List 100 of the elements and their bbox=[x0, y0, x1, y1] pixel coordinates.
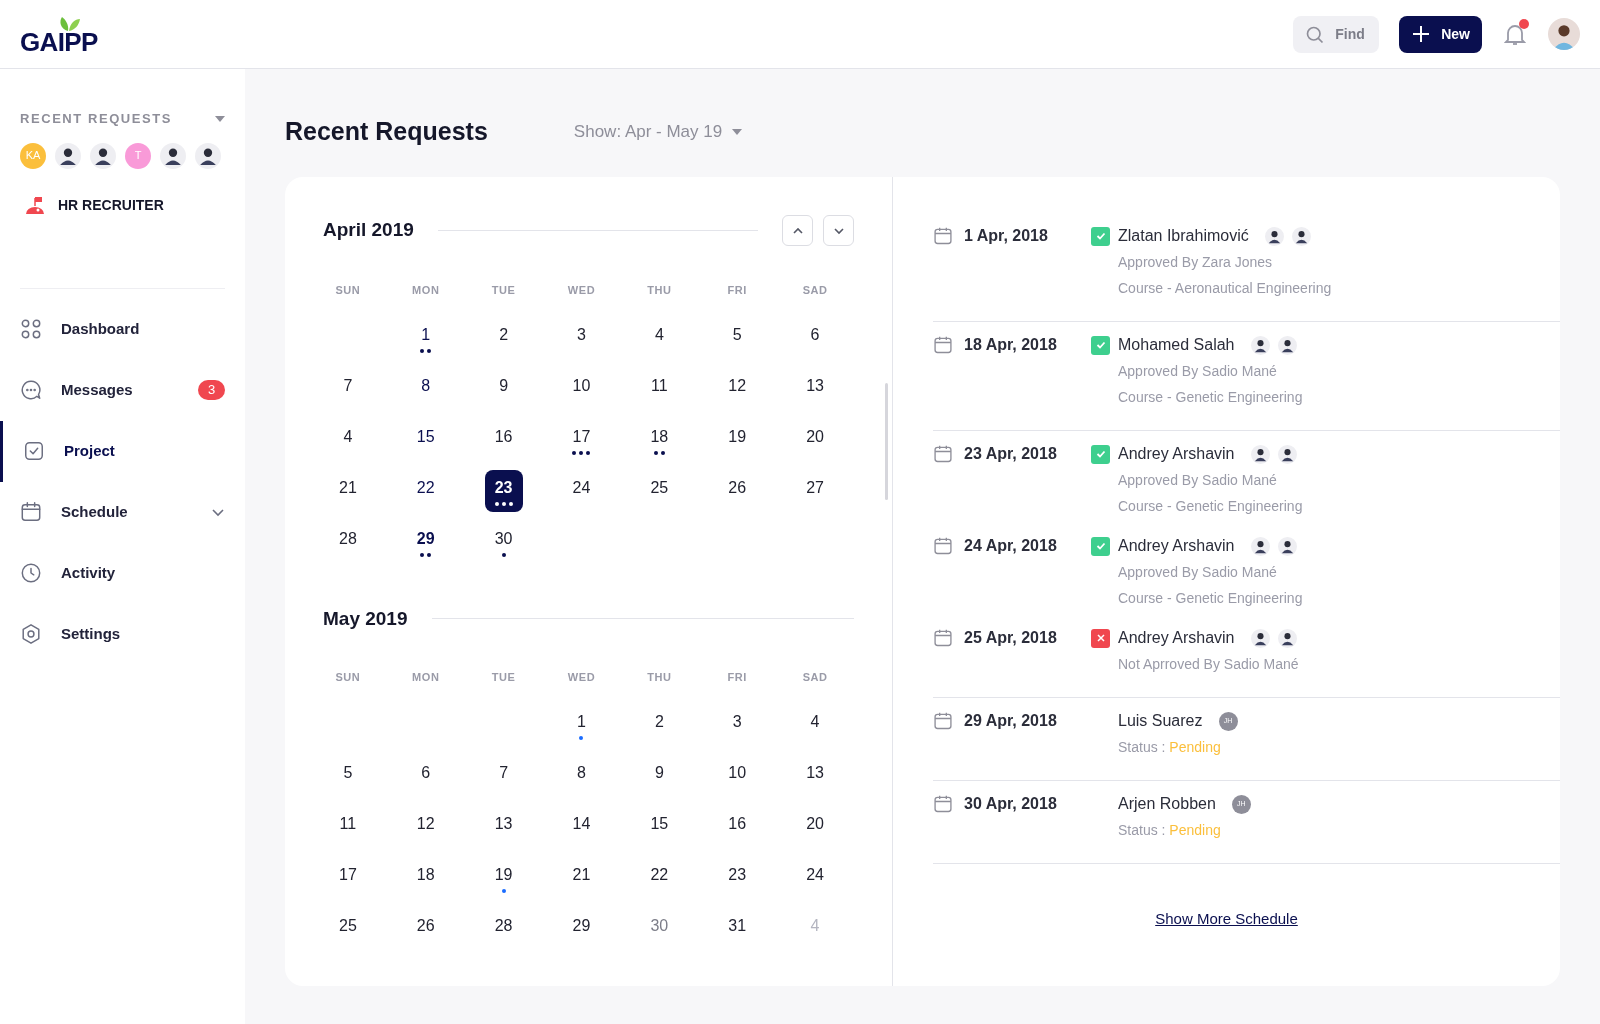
calendar-day[interactable]: 16 bbox=[718, 805, 757, 848]
calendar-day[interactable]: 24 bbox=[562, 469, 601, 512]
calendar-day[interactable]: 25 bbox=[640, 469, 679, 512]
previous-month-button[interactable] bbox=[782, 215, 813, 246]
calendar-day[interactable]: 1 bbox=[562, 703, 601, 746]
calendar-icon bbox=[20, 501, 42, 523]
weekday-label: WED bbox=[567, 283, 596, 298]
request-detail: Not Aprroved By Sadio Mané bbox=[1118, 655, 1299, 674]
calendar-day[interactable]: 29 bbox=[406, 520, 445, 563]
calendar-day[interactable]: 12 bbox=[718, 367, 757, 410]
calendar-day[interactable]: 10 bbox=[718, 754, 757, 797]
calendar-day[interactable]: 20 bbox=[796, 805, 835, 848]
calendar-day[interactable]: 22 bbox=[406, 469, 445, 512]
nav-item[interactable]: Activity bbox=[0, 542, 245, 604]
calendar-day[interactable]: 31 bbox=[718, 907, 757, 950]
calendar-day[interactable]: 26 bbox=[718, 469, 757, 512]
nav-item[interactable]: Dashboard bbox=[0, 298, 245, 360]
calendar-day[interactable]: 4 bbox=[328, 418, 367, 461]
nav-item[interactable]: Schedule bbox=[0, 481, 245, 543]
calendar-icon bbox=[933, 444, 953, 464]
calendar-day[interactable]: 8 bbox=[562, 754, 601, 797]
calendar-day[interactable]: 12 bbox=[406, 805, 445, 848]
calendar-day[interactable]: 25 bbox=[328, 907, 367, 950]
calendar-day[interactable]: 11 bbox=[640, 367, 679, 410]
avatar-photo bbox=[1250, 536, 1270, 556]
person-name: Mohamed Salah bbox=[1118, 335, 1235, 355]
person-name: Andrey Arshavin bbox=[1118, 628, 1235, 648]
calendar-day[interactable]: 6 bbox=[796, 316, 835, 359]
weekday-label: FRI bbox=[727, 283, 747, 298]
calendar-day[interactable]: 10 bbox=[562, 367, 601, 410]
calendar-icon bbox=[933, 711, 953, 731]
calendar-day[interactable]: 15 bbox=[640, 805, 679, 848]
nav-item[interactable]: Messages 3 bbox=[0, 359, 245, 421]
calendar-day[interactable]: 13 bbox=[796, 367, 835, 410]
show-more-link[interactable]: Show More Schedule bbox=[1155, 908, 1298, 931]
section-title: RECENT REQUESTS bbox=[20, 110, 172, 128]
avatar-photo bbox=[90, 142, 116, 169]
avatar-photo bbox=[195, 142, 221, 169]
calendar-day[interactable]: 7 bbox=[484, 754, 523, 797]
calendar-day[interactable]: 1 bbox=[406, 316, 445, 359]
calendar-day[interactable]: 13 bbox=[796, 754, 835, 797]
calendar-day[interactable]: 9 bbox=[640, 754, 679, 797]
calendar-day[interactable]: 30 bbox=[640, 907, 679, 950]
clock-icon bbox=[20, 562, 42, 584]
avatar-initials: KA bbox=[20, 142, 46, 169]
new-button[interactable]: New bbox=[1399, 15, 1482, 53]
calendar-day[interactable]: 17 bbox=[328, 856, 367, 899]
calendar-day[interactable]: 30 bbox=[484, 520, 523, 563]
avatar-photo bbox=[1291, 226, 1311, 246]
calendar-day[interactable]: 8 bbox=[406, 367, 445, 410]
calendar-day[interactable]: 29 bbox=[562, 907, 601, 950]
calendar-day[interactable]: 7 bbox=[328, 367, 367, 410]
calendar-day[interactable]: 27 bbox=[796, 469, 835, 512]
request-detail: Approved By Sadio Mané bbox=[1118, 362, 1278, 381]
user-avatar[interactable] bbox=[1548, 18, 1580, 50]
calendar-day[interactable]: 15 bbox=[406, 418, 445, 461]
calendar-day[interactable]: 4 bbox=[796, 703, 835, 746]
checkbox-icon bbox=[23, 440, 45, 462]
calendar-day[interactable]: 22 bbox=[640, 856, 679, 899]
nav-item[interactable]: Settings bbox=[0, 603, 245, 665]
calendar-day[interactable]: 26 bbox=[406, 907, 445, 950]
avatar-photo bbox=[160, 142, 186, 169]
calendar-day[interactable]: 17 bbox=[562, 418, 601, 461]
calendar-day[interactable]: 4 bbox=[640, 316, 679, 359]
calendar-day[interactable]: 23 bbox=[484, 469, 523, 512]
caret-icon[interactable] bbox=[215, 115, 225, 122]
calendar-day[interactable]: 28 bbox=[484, 907, 523, 950]
rejected-cross-icon bbox=[1091, 628, 1110, 648]
next-month-button[interactable] bbox=[823, 215, 854, 246]
calendar-day[interactable]: 20 bbox=[796, 418, 835, 461]
calendar-day[interactable]: 3 bbox=[562, 316, 601, 359]
calendar-day[interactable]: 19 bbox=[484, 856, 523, 899]
calendar-day[interactable]: 3 bbox=[718, 703, 757, 746]
calendar-day[interactable]: 9 bbox=[484, 367, 523, 410]
calendar-day[interactable]: 16 bbox=[484, 418, 523, 461]
person-name: Zlatan Ibrahimović bbox=[1118, 226, 1249, 246]
search-field[interactable]: Find bbox=[1293, 15, 1380, 53]
weekday-label: SUN bbox=[335, 670, 361, 685]
calendar-day[interactable]: 2 bbox=[484, 316, 523, 359]
calendar-day[interactable]: 6 bbox=[406, 754, 445, 797]
calendar-day[interactable]: 21 bbox=[328, 469, 367, 512]
calendar-day[interactable]: 23 bbox=[718, 856, 757, 899]
logo[interactable]: GAIPP bbox=[20, 13, 98, 55]
calendar-day[interactable]: 14 bbox=[562, 805, 601, 848]
scrollbar-thumb[interactable] bbox=[885, 383, 888, 500]
calendar-day[interactable]: 2 bbox=[640, 703, 679, 746]
settings-icon bbox=[20, 623, 42, 645]
calendar-day[interactable]: 18 bbox=[406, 856, 445, 899]
calendar-day[interactable]: 11 bbox=[328, 805, 367, 848]
calendar-day[interactable]: 24 bbox=[796, 856, 835, 899]
page-title: Recent Requests bbox=[285, 116, 488, 148]
calendar-day[interactable]: 5 bbox=[328, 754, 367, 797]
calendar-day[interactable]: 18 bbox=[640, 418, 679, 461]
calendar-day[interactable]: 13 bbox=[484, 805, 523, 848]
calendar-day[interactable]: 28 bbox=[328, 520, 367, 563]
calendar-day[interactable]: 19 bbox=[718, 418, 757, 461]
notification-button[interactable] bbox=[1504, 22, 1526, 46]
calendar-day[interactable]: 5 bbox=[718, 316, 757, 359]
calendar-day[interactable]: 21 bbox=[562, 856, 601, 899]
request-status: Status : Pending bbox=[1118, 821, 1222, 840]
